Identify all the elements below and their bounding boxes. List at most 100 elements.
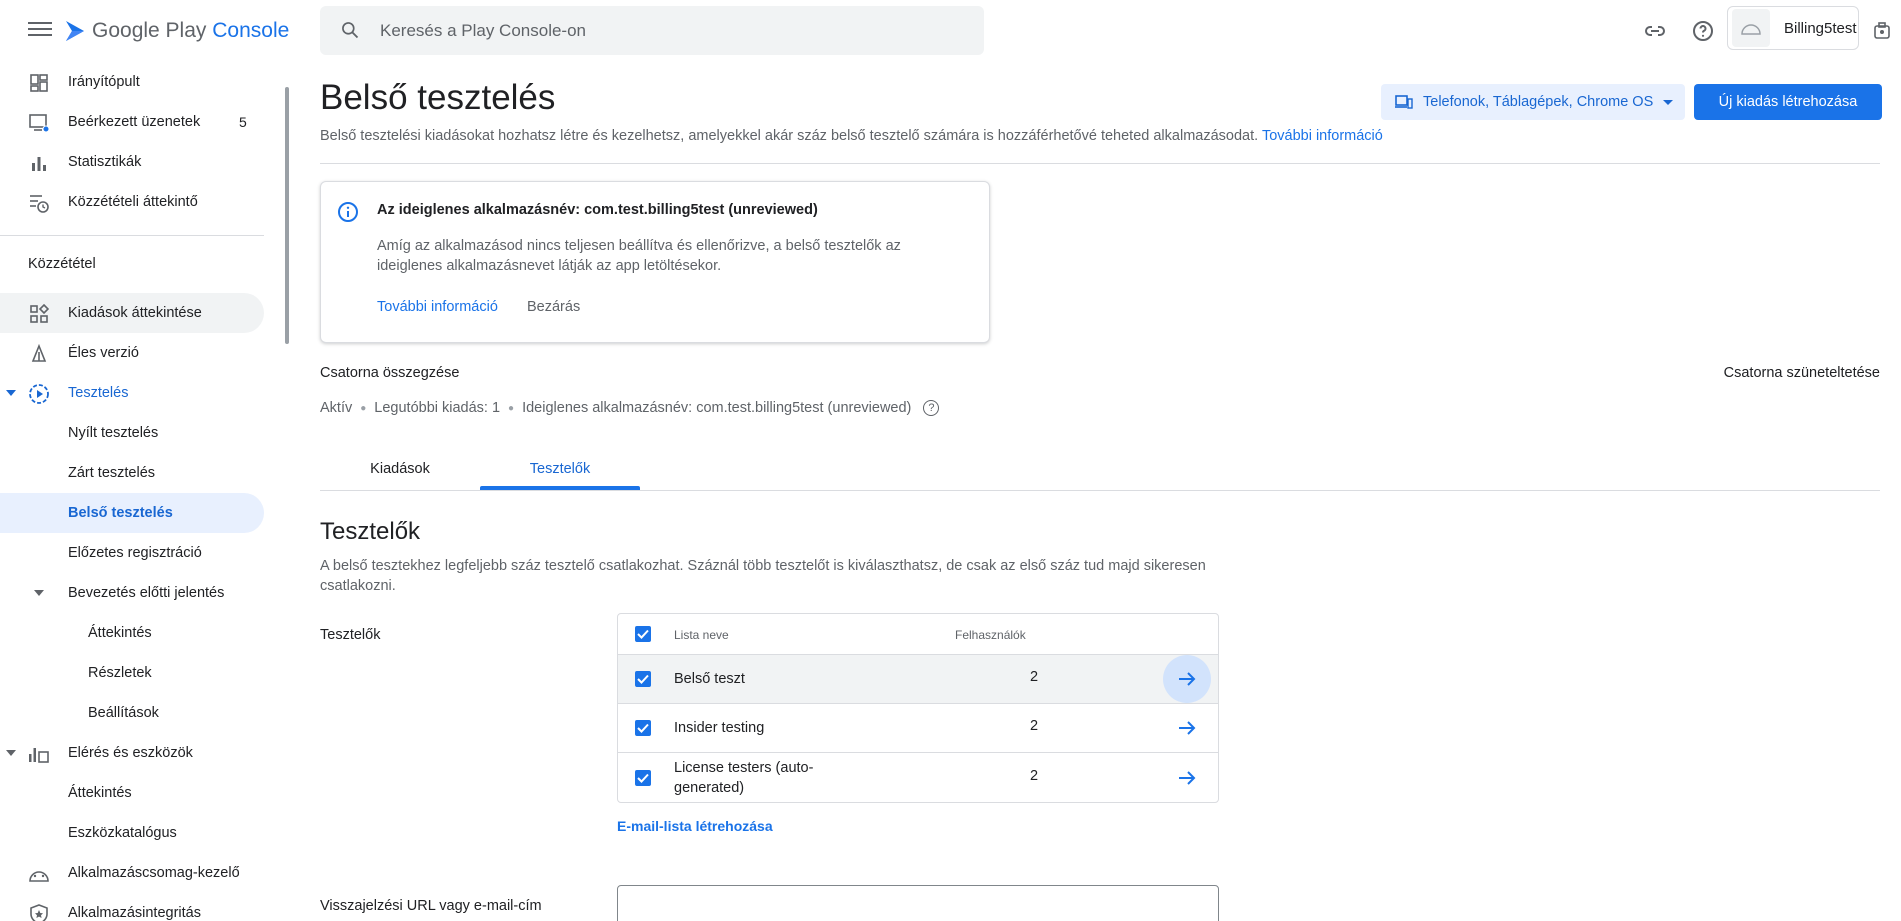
chevron-down-icon [6, 750, 16, 756]
developer-account-icon[interactable] [1866, 15, 1898, 47]
sidebar-item-statistics[interactable]: Statisztikák [0, 142, 264, 182]
account-name: Billing5test [1784, 19, 1857, 37]
sidebar-scrollbar[interactable] [285, 87, 289, 344]
chevron-down-icon [6, 390, 16, 396]
sidebar-item-label: Belső tesztelés [68, 505, 173, 521]
sidebar-item-app-integrity[interactable]: Alkalmazásintegritás [0, 893, 264, 921]
pause-track-button[interactable]: Csatorna szüneteltetése [1724, 365, 1880, 381]
play-logo-icon [66, 21, 84, 41]
arrow-right-icon[interactable] [1163, 704, 1211, 752]
sidebar-item-publishing-overview[interactable]: Közzétételi áttekintő [0, 182, 264, 222]
sidebar-item-dashboard[interactable]: Irányítópult [0, 62, 264, 102]
sidebar-item-open-testing[interactable]: Nyílt tesztelés [0, 413, 264, 453]
account-switcher[interactable]: Billing5test [1727, 6, 1859, 50]
device-type-selector[interactable]: Telefonok, Táblagépek, Chrome OS [1381, 84, 1685, 120]
sidebar-item-prelaunch-settings[interactable]: Beállítások [0, 693, 264, 733]
sidebar-item-label: Közzétételi áttekintő [68, 194, 198, 210]
table-row[interactable]: Insider testing 2 [618, 703, 1218, 752]
feedback-url-input[interactable] [617, 885, 1219, 921]
arrow-right-icon[interactable] [1163, 655, 1211, 703]
track-status: Aktív [320, 400, 353, 416]
column-header-list-name: Lista neve [674, 628, 729, 642]
latest-release: Legutóbbi kiadás: 1 [374, 400, 501, 416]
row-checkbox[interactable] [635, 720, 651, 736]
releases-overview-icon [28, 303, 50, 325]
create-release-button[interactable]: Új kiadás létrehozása [1694, 84, 1882, 120]
track-summary-title: Csatorna összegzése [320, 365, 460, 381]
menu-icon[interactable] [22, 18, 58, 44]
sidebar-item-label: Tesztelés [68, 385, 129, 401]
sidebar-item-pre-launch-report[interactable]: Bevezetés előtti jelentés [0, 573, 264, 613]
info-icon [338, 202, 358, 222]
dismiss-button[interactable]: Bezárás [527, 299, 580, 315]
select-all-checkbox[interactable] [635, 626, 651, 642]
sidebar-item-closed-testing[interactable]: Zárt tesztelés [0, 453, 264, 493]
dashboard-icon [28, 72, 50, 94]
sidebar-item-app-bundle-explorer[interactable]: Alkalmazáscsomag-kezelő [0, 853, 264, 893]
sidebar-item-label: Statisztikák [68, 154, 142, 170]
sidebar-section-publishing: Közzététel [28, 256, 96, 272]
separator-dot: ● [360, 402, 367, 414]
table-row[interactable]: License testers (auto-generated) 2 [618, 752, 1218, 802]
column-header-users: Felhasználók [955, 628, 1026, 642]
header-divider [320, 163, 1880, 164]
tester-lists-table: Lista neve Felhasználók Belső teszt 2 In… [617, 613, 1219, 803]
sidebar-item-prelaunch-details[interactable]: Részletek [0, 653, 264, 693]
user-count: 2 [1030, 768, 1039, 784]
search-input[interactable] [380, 6, 960, 55]
sidebar-item-reach-devices[interactable]: Elérés és eszközök [0, 733, 264, 773]
sidebar-item-pre-registration[interactable]: Előzetes regisztráció [0, 533, 264, 573]
search-icon [342, 22, 359, 39]
logo-text: Google Play Console [92, 19, 290, 42]
card-learn-more-link[interactable]: További információ [377, 299, 498, 315]
track-summary-meta: Aktív ● Legutóbbi kiadás: 1 ● Ideiglenes… [320, 400, 940, 416]
sidebar-item-label: Előzetes regisztráció [68, 545, 202, 561]
sidebar-item-label: Alkalmazásintegritás [68, 905, 201, 921]
chevron-down-icon [34, 590, 44, 596]
tab-releases[interactable]: Kiadások [320, 461, 480, 491]
sidebar-item-label: Beérkezett üzenetek [68, 114, 201, 130]
sidebar-item-inbox[interactable]: Beérkezett üzenetek 5 [0, 102, 264, 142]
sidebar-item-reach-overview[interactable]: Áttekintés [0, 773, 264, 813]
sidebar-item-internal-testing[interactable]: Belső tesztelés [0, 493, 264, 533]
sidebar-item-label: Beállítások [88, 705, 159, 721]
row-checkbox[interactable] [635, 671, 651, 687]
sidebar-item-label: Irányítópult [68, 74, 140, 90]
sidebar-item-releases-overview[interactable]: Kiadások áttekintése [0, 293, 264, 333]
sidebar-item-device-catalog[interactable]: Eszközkatalógus [0, 813, 264, 853]
sidebar-item-prelaunch-overview[interactable]: Áttekintés [0, 613, 264, 653]
link-icon[interactable] [1639, 15, 1671, 47]
sidebar-item-label: Áttekintés [88, 625, 152, 641]
sidebar-item-label: Részletek [88, 665, 152, 681]
help-icon[interactable] [1687, 15, 1719, 47]
card-body: Amíg az alkalmazásod nincs teljesen beál… [377, 238, 901, 274]
sidebar-item-label: Elérés és eszközök [68, 745, 193, 761]
top-app-bar: Google Play Console Billing5test [0, 0, 1901, 62]
app-bundle-explorer-icon [28, 863, 50, 885]
sidebar-item-label: Éles verzió [68, 345, 139, 361]
sidebar-item-label: Nyílt tesztelés [68, 425, 159, 441]
navigation-sidebar: Irányítópult Beérkezett üzenetek 5 Stati… [0, 62, 290, 921]
row-checkbox[interactable] [635, 770, 651, 786]
help-circle-icon[interactable]: ? [923, 400, 940, 416]
sidebar-item-production[interactable]: Éles verzió [0, 333, 264, 373]
create-email-list-link[interactable]: E-mail-lista létrehozása [617, 818, 773, 834]
sidebar-item-label: Zárt tesztelés [68, 465, 156, 481]
unread-count-badge: 5 [239, 114, 247, 130]
sidebar-item-label: Áttekintés [68, 785, 132, 801]
play-console-logo[interactable]: Google Play Console [64, 14, 289, 48]
arrow-right-icon[interactable] [1163, 754, 1211, 802]
publishing-overview-icon [28, 192, 50, 214]
sidebar-item-label: Kiadások áttekintése [68, 305, 202, 321]
page-description-text: Belső tesztelési kiadásokat hozhatsz lét… [320, 128, 1259, 144]
search-bar[interactable] [320, 6, 984, 55]
separator-dot: ● [508, 402, 515, 414]
main-content: Belső tesztelés Belső tesztelési kiadáso… [320, 62, 1882, 921]
sidebar-item-testing[interactable]: Tesztelés [0, 373, 264, 413]
table-row[interactable]: Belső teszt 2 [618, 654, 1218, 703]
testing-icon [28, 383, 50, 405]
learn-more-link[interactable]: További információ [1262, 128, 1383, 144]
card-title: Az ideiglenes alkalmazásnév: com.test.bi… [377, 202, 818, 218]
list-name: Belső teszt [674, 671, 745, 687]
sidebar-item-label: Bevezetés előtti jelentés [68, 585, 225, 601]
